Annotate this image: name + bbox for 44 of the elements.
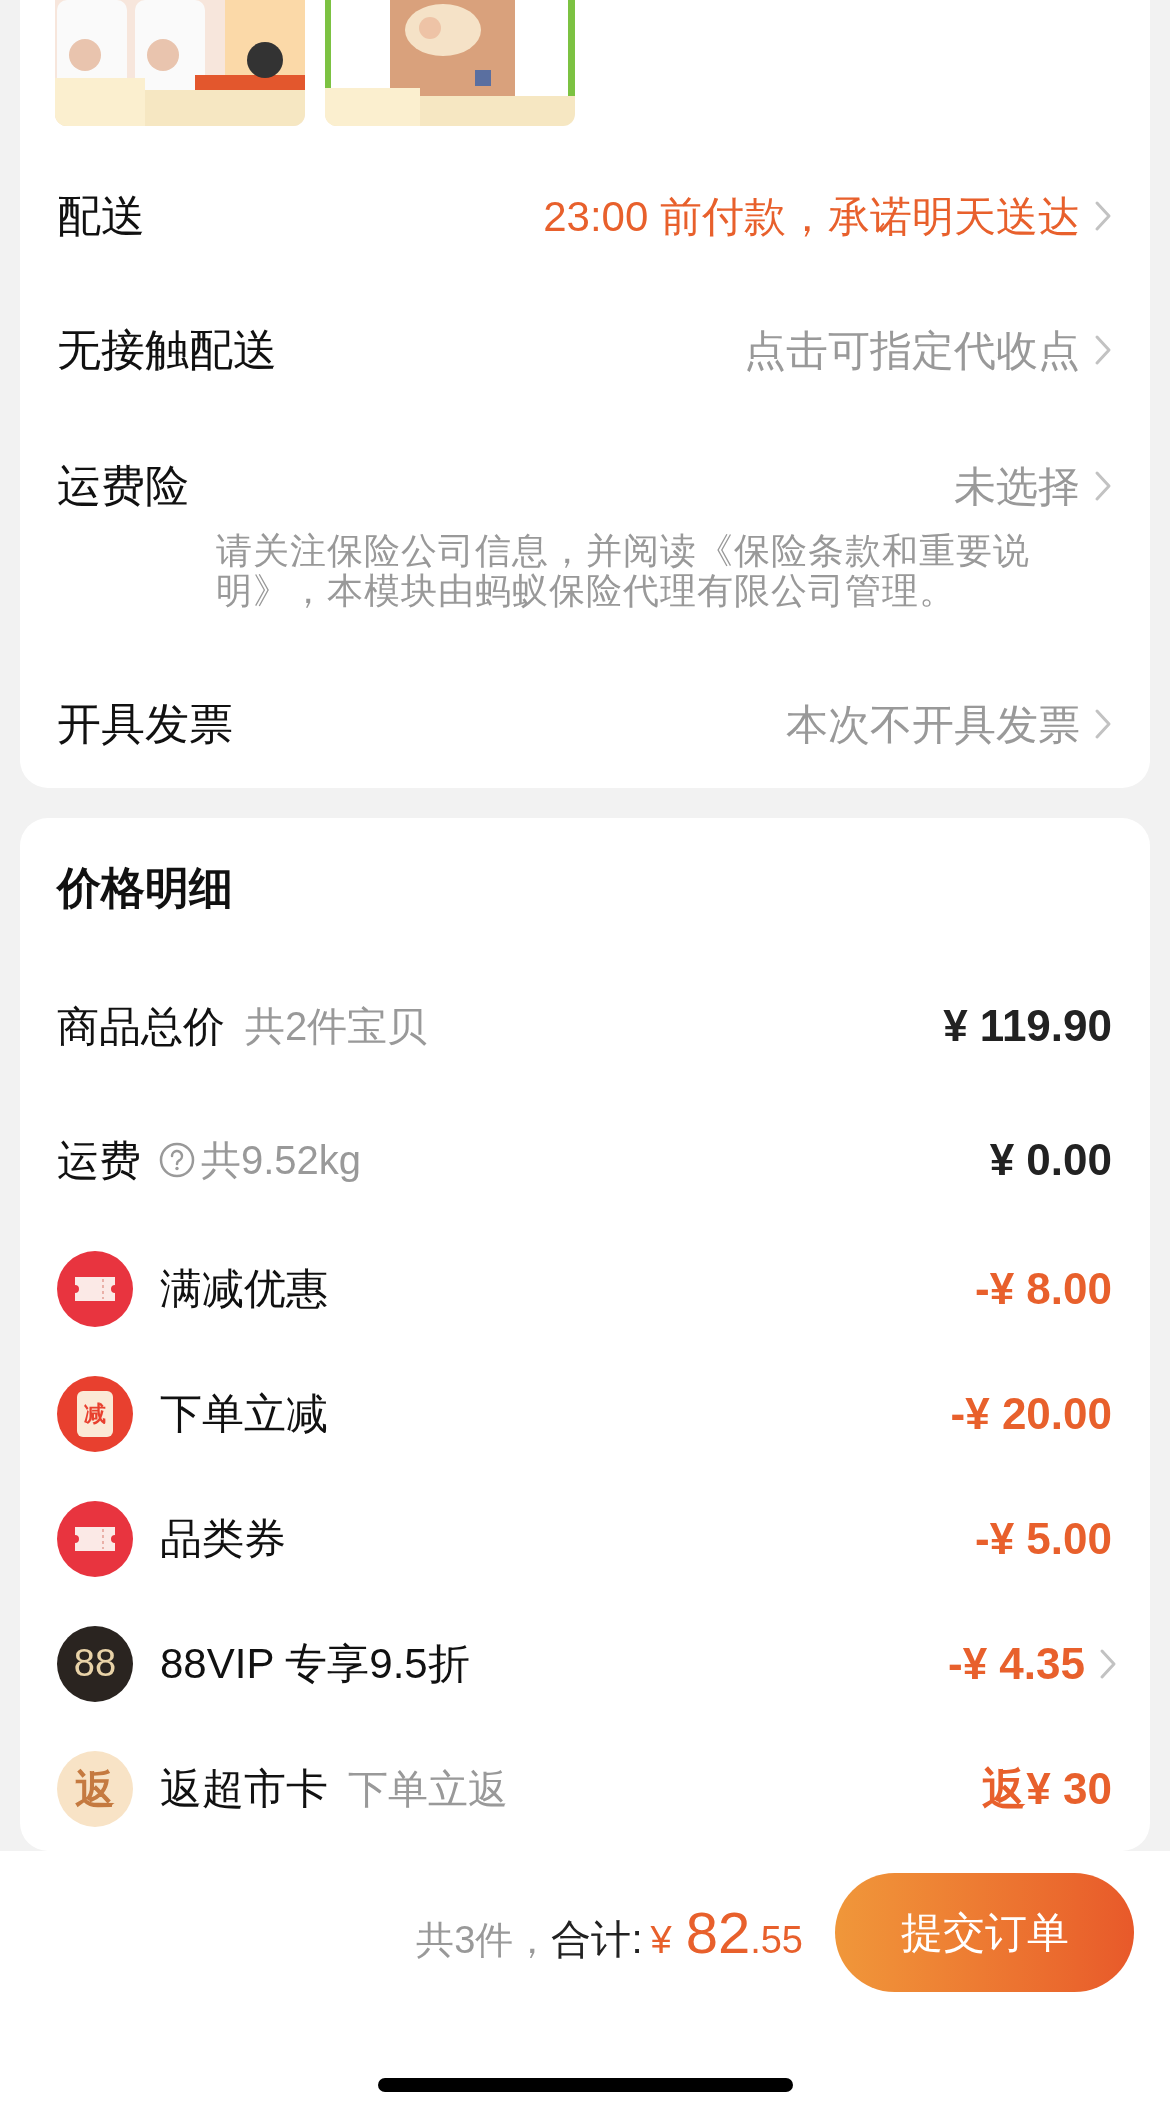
option-value[interactable]: 23:00 前付款，承诺明天送达 xyxy=(543,184,1112,248)
option-label: 开具发票 xyxy=(57,698,233,750)
help-icon[interactable] xyxy=(159,1142,195,1178)
total-label: 合计: xyxy=(551,1916,643,1963)
price-amount: -¥ 8.00 xyxy=(975,1262,1112,1315)
price-note: 共2件宝贝 xyxy=(245,1003,428,1050)
price-amount: -¥ 5.00 xyxy=(975,1512,1112,1565)
chevron-right-icon xyxy=(1094,334,1112,366)
price-amount: -¥ 20.00 xyxy=(950,1387,1112,1440)
chevron-right-icon xyxy=(1094,200,1112,232)
submit-order-button[interactable]: 提交订单 xyxy=(835,1873,1134,1992)
rebate-badge-icon: 返 xyxy=(57,1750,133,1827)
price-label: 品类券 xyxy=(160,1514,286,1564)
discount-badge-icon: 减 xyxy=(57,1375,133,1452)
section-title: 价格明细 xyxy=(57,862,233,914)
price-amount: ¥ 119.90 xyxy=(943,1000,1112,1052)
price-label: 88VIP 专享9.5折 xyxy=(160,1639,470,1689)
price-label: 返超市卡 xyxy=(160,1764,328,1814)
price-label: 商品总价 xyxy=(57,1001,225,1052)
total-amount: 82 xyxy=(685,1899,751,1967)
chevron-right-icon xyxy=(1094,470,1112,502)
option-label: 运费险 xyxy=(57,460,189,512)
ticket-icon xyxy=(57,1500,133,1577)
insurance-note: 请关注保险公司信息，并阅读《保险条款和重要说明》，本模块由蚂蚁保险代理有限公司管理。 xyxy=(216,531,1031,611)
total-decimals: .55 xyxy=(750,1918,803,1963)
price-label: 满减优惠 xyxy=(160,1264,328,1314)
price-note: 共9.52kg xyxy=(201,1137,362,1184)
item-count: 共3件， xyxy=(416,1918,552,1963)
price-amount: 返¥ 30 xyxy=(982,1762,1112,1815)
price-label: 运费 xyxy=(57,1135,141,1186)
price-label: 下单立减 xyxy=(160,1389,328,1439)
price-amount: -¥ 4.35 xyxy=(948,1637,1085,1690)
currency-sign: ¥ xyxy=(650,1918,672,1963)
option-label: 配送 xyxy=(57,190,145,242)
ticket-icon xyxy=(57,1250,133,1327)
price-amount: ¥ 0.00 xyxy=(989,1134,1112,1186)
option-value[interactable]: 本次不开具发票 xyxy=(786,692,1112,756)
price-note: 下单立返 xyxy=(348,1765,508,1813)
option-value[interactable]: 点击可指定代收点 xyxy=(744,318,1112,382)
chevron-right-icon xyxy=(1099,1647,1117,1680)
vip-badge-icon: 88 xyxy=(57,1625,133,1702)
chevron-right-icon xyxy=(1094,708,1112,740)
option-value[interactable]: 未选择 xyxy=(954,454,1112,518)
option-label: 无接触配送 xyxy=(57,324,277,376)
